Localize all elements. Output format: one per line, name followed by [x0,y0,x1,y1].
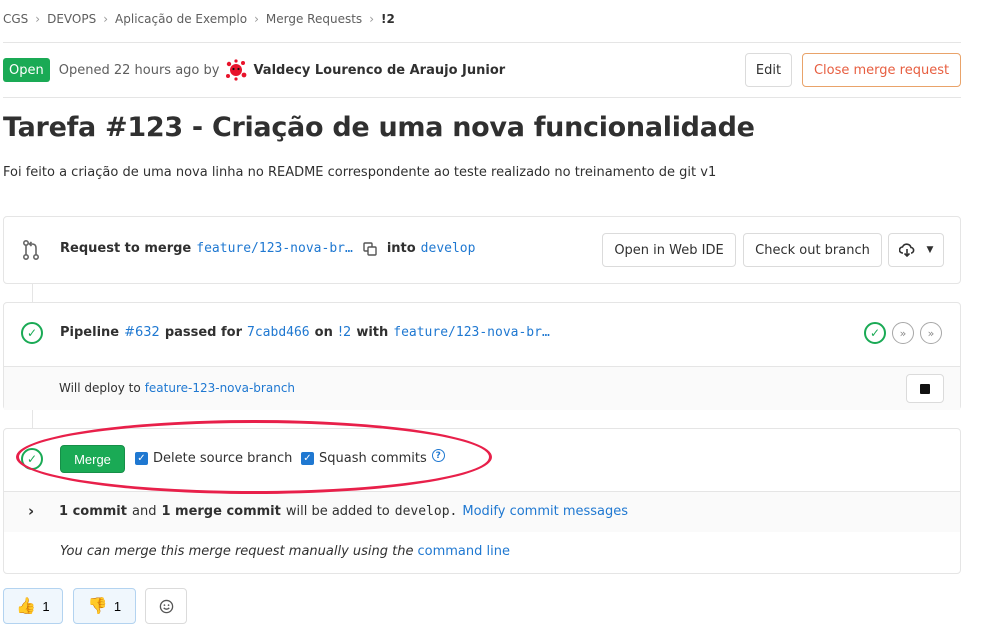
author-link[interactable]: Valdecy Lourenco de Araujo Junior [253,63,505,78]
edit-button[interactable]: Edit [745,53,792,87]
page-title: Tarefa #123 - Criação de uma nova funcio… [3,112,755,143]
thumbs-up-count: 1 [42,598,50,614]
breadcrumb-project[interactable]: Aplicação de Exemplo [115,12,247,26]
thumbs-up-button[interactable]: 👍 1 [3,588,63,624]
caret-down-icon: ▼ [926,245,934,255]
pipeline-id-link[interactable]: #632 [124,325,160,340]
chevron-right-icon: › [35,12,41,26]
download-dropdown-button[interactable]: ▼ [888,233,944,267]
deploy-environment-link[interactable]: feature-123-nova-branch [145,381,295,395]
commits-count: 1 commit [59,504,127,519]
stop-icon [920,383,930,394]
stage-passed-icon[interactable]: ✓ [864,322,886,344]
stage-skipped-icon[interactable]: » [892,322,914,344]
delete-source-branch-checkbox[interactable]: ✓ Delete source branch [135,451,292,466]
check-out-branch-button[interactable]: Check out branch [743,233,882,267]
pipeline-box: ✓ Pipeline #632 passed for 7cabd466 on !… [3,302,961,410]
ready-to-merge-icon: ✓ [21,448,43,470]
deployment-row: Will deploy to feature-123-nova-branch [59,381,295,395]
mr-ref-link[interactable]: !2 [338,325,351,340]
and-label: and [131,504,157,519]
breadcrumb-merge-requests[interactable]: Merge Requests [266,12,362,26]
chevron-right-icon[interactable]: › [28,502,34,520]
modify-commit-messages-link[interactable]: Modify commit messages [462,504,628,519]
thumbs-down-count: 1 [113,598,122,614]
git-merge-icon [22,239,40,264]
source-branch-link[interactable]: feature/123-nova-br… [196,241,353,256]
on-label: on [314,325,333,340]
divider [3,97,961,98]
with-label: with [356,325,389,340]
chevron-right-icon: › [254,12,259,26]
commits-summary: 1 commit and 1 merge commit will be adde… [59,504,628,519]
merge-button[interactable]: Merge [60,445,125,473]
command-line-link[interactable]: command line [418,544,510,559]
opened-text: Opened 22 hours ago by [58,62,220,78]
delete-source-branch-label[interactable]: Delete source branch [153,451,292,466]
merge-widget-box: ✓ Merge ✓ Delete source branch ✓ Squash … [3,428,961,574]
chevron-right-icon: › [103,12,109,26]
download-cloud-icon [898,243,915,257]
timeline-connector [32,410,33,428]
breadcrumb-group[interactable]: CGS [3,12,28,26]
pipeline-passed-icon[interactable]: ✓ [21,322,43,344]
pipeline-row: Pipeline #632 passed for 7cabd466 on !2 … [60,325,550,340]
add-reaction-button[interactable] [145,588,187,624]
checkbox-checked-icon[interactable]: ✓ [301,452,314,465]
pipeline-label: Pipeline [60,325,120,340]
stage-skipped-icon[interactable]: » [920,322,942,344]
commit-sha-link[interactable]: 7cabd466 [247,325,310,340]
thumbs-down-icon: 👎 [87,598,108,615]
merge-request-branch-box: Request to merge feature/123-nova-br… in… [3,216,961,284]
will-deploy-label: Will deploy to [59,381,141,395]
help-icon[interactable]: ? [431,449,445,462]
thumbs-down-button[interactable]: 👎 1 [73,588,136,624]
avatar[interactable] [225,59,247,81]
open-web-ide-button[interactable]: Open in Web IDE [602,233,736,267]
pipeline-branch-link[interactable]: feature/123-nova-br… [393,325,550,340]
checkbox-checked-icon[interactable]: ✓ [135,452,148,465]
breadcrumb: CGS › DEVOPS › Aplicação de Exemplo › Me… [3,11,395,27]
divider [3,42,961,43]
thumbs-up-icon: 👍 [16,598,37,615]
pipeline-stages: ✓ » » [864,322,942,344]
stop-environment-button[interactable] [906,374,944,403]
into-label: into [386,241,416,256]
squash-commits-label[interactable]: Squash commits [319,451,427,466]
smiley-icon [159,599,174,614]
request-to-merge-label: Request to merge [60,241,192,256]
timeline-connector [32,284,33,302]
deployment-strip: Will deploy to feature-123-nova-branch [4,366,960,410]
request-to-merge-row: Request to merge feature/123-nova-br… in… [60,241,475,256]
close-merge-request-button[interactable]: Close merge request [802,53,961,87]
passed-for-label: passed for [164,325,243,340]
breadcrumb-current[interactable]: !2 [381,12,395,26]
avatar-splat-icon [226,59,247,81]
copy-icon[interactable] [363,241,377,256]
status-badge: Open [3,58,50,82]
target-branch-link[interactable]: develop [421,241,476,256]
will-be-added-label: will be added to [285,504,390,519]
squash-commits-checkbox[interactable]: ✓ Squash commits ? [301,449,445,466]
target-branch-name: develop. [394,504,458,519]
commits-strip: › 1 commit and 1 merge commit will be ad… [4,491,960,532]
mr-description: Foi feito a criação de uma nova linha no… [3,165,717,180]
manual-merge-row: You can merge this merge request manuall… [60,544,510,559]
manual-merge-text: You can merge this merge request manuall… [60,544,414,559]
chevron-right-icon: › [369,12,374,26]
merge-commits-count: 1 merge commit [161,504,281,519]
breadcrumb-subgroup[interactable]: DEVOPS [47,12,96,26]
